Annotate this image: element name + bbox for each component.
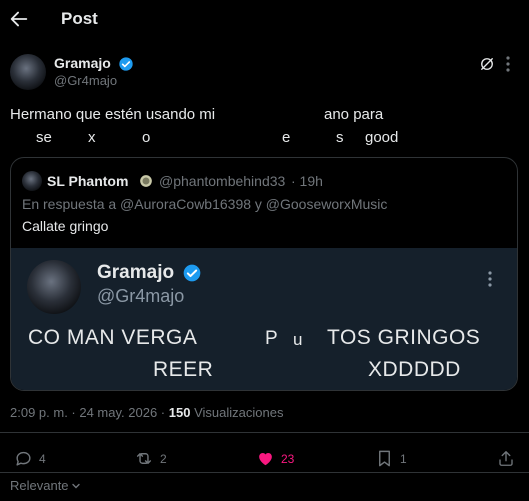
bookmark-count: 1	[400, 451, 407, 466]
reply-count: 4	[39, 451, 46, 466]
inner-more-icon	[488, 271, 492, 287]
post-text-line1b: ano para	[324, 106, 384, 123]
bookmark-button[interactable]: 1	[376, 449, 407, 468]
quote-text: Callate gringo	[22, 218, 109, 234]
post-timestamp[interactable]: 2:09 p. m. · 24 may. 2026 ·	[10, 405, 165, 420]
inner-text-u: u	[293, 330, 303, 349]
more-vertical-icon	[506, 56, 510, 72]
author-name[interactable]: Gramajo	[54, 55, 111, 71]
inner-text-line2b: XDDDDD	[368, 358, 461, 381]
page-title: Post	[61, 9, 98, 28]
post-text-line1a: Hermano que estén usando mi	[10, 106, 216, 123]
inner-avatar	[27, 260, 81, 314]
like-count: 23	[281, 451, 295, 466]
back-arrow-icon	[10, 11, 28, 27]
author-name-row[interactable]: Gramajo	[54, 55, 134, 72]
quote-avatar	[22, 171, 42, 191]
share-button[interactable]	[497, 449, 515, 468]
verified-gray-badge-icon	[140, 175, 152, 187]
divider	[0, 472, 529, 473]
sort-label: Relevante	[10, 478, 69, 493]
chevron-down-icon	[71, 483, 80, 488]
post-text-fragment: se	[36, 129, 52, 146]
more-options-button[interactable]	[505, 55, 511, 78]
bookmark-icon	[379, 450, 390, 467]
post-meta: 2:09 p. m. · 24 may. 2026 · 150 Visualiz…	[10, 405, 283, 420]
sort-dropdown[interactable]: Relevante	[10, 478, 81, 493]
quote-author-handle: @phantombehind33	[159, 173, 286, 189]
post-text-fragment: s	[336, 129, 344, 146]
grok-icon	[481, 58, 493, 70]
share-icon	[499, 451, 513, 466]
post-text-fragment: o	[142, 129, 151, 146]
inner-author-name-row: Gramajo	[97, 262, 202, 284]
reply-to-text: En respuesta a @AuroraCowb16398 y @Goose…	[22, 196, 388, 212]
reply-icon	[16, 451, 31, 466]
author-handle[interactable]: @Gr4majo	[54, 73, 117, 88]
inner-verified-badge-icon	[184, 264, 201, 282]
inner-text-line1b: TOS GRINGOS	[327, 326, 481, 349]
heart-filled-icon	[259, 452, 272, 466]
verified-badge-icon	[119, 57, 133, 71]
like-button[interactable]: 23	[256, 449, 294, 468]
grok-icon-button[interactable]	[478, 55, 496, 78]
inner-text-line2a: REER	[153, 358, 214, 381]
quoted-post-card[interactable]: SL Phantom @phantombehind33 · 19h En res…	[10, 157, 518, 391]
repost-count: 2	[160, 451, 167, 466]
reply-button[interactable]: 4	[14, 449, 46, 468]
quoted-image[interactable]: Gramajo @Gr4majo CO MAN VERGA P u TOS GR…	[11, 248, 517, 390]
repost-icon	[136, 453, 152, 464]
post-text-fragment: x	[88, 129, 96, 146]
views-label: Visualizaciones	[194, 405, 284, 420]
inner-text-p: P	[265, 328, 278, 349]
repost-button[interactable]: 2	[134, 449, 167, 468]
inner-author-name: Gramajo	[97, 262, 175, 283]
avatar[interactable]	[10, 54, 46, 90]
post-text-fragment: e	[282, 129, 291, 146]
quote-author-name: SL Phantom	[47, 173, 129, 189]
inner-text-line1a: CO MAN VERGA	[28, 326, 198, 349]
divider	[0, 432, 529, 433]
inner-author-handle: @Gr4majo	[97, 286, 185, 306]
post-text-fragment: good	[365, 129, 399, 146]
back-button[interactable]	[8, 8, 30, 30]
quote-time: · 19h	[291, 173, 323, 189]
views-count: 150	[168, 405, 191, 420]
